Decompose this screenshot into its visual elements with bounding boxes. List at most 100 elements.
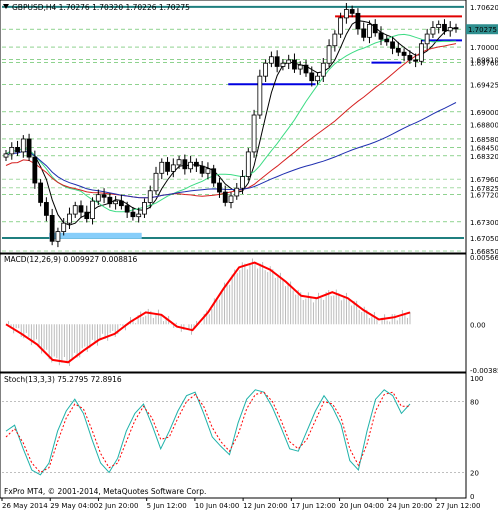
stoch-y-tick-label: 0 bbox=[470, 493, 474, 501]
candle-body bbox=[43, 202, 49, 216]
candle-body bbox=[413, 59, 419, 62]
stoch-y-tick-label: 80 bbox=[470, 399, 479, 407]
candle-body bbox=[84, 211, 90, 220]
macd-y-tick-label: 0.005669 bbox=[470, 254, 498, 262]
candle-body bbox=[378, 32, 384, 40]
candle-body bbox=[447, 27, 453, 32]
candle-body bbox=[343, 9, 349, 19]
candle-body bbox=[211, 168, 217, 184]
candle-body bbox=[118, 200, 124, 207]
candle-body bbox=[95, 194, 101, 202]
candle-body bbox=[217, 182, 222, 193]
candle-body bbox=[257, 75, 263, 116]
candle-body bbox=[292, 59, 297, 70]
candle-body bbox=[338, 17, 344, 35]
candle-body bbox=[130, 211, 136, 218]
stoch-y-axis: 100 80 20 0 bbox=[470, 375, 483, 501]
candle-body bbox=[9, 146, 15, 155]
candle-body bbox=[286, 59, 292, 64]
candle-body bbox=[367, 23, 372, 38]
candle-body bbox=[170, 164, 176, 172]
candle-body bbox=[401, 51, 407, 56]
candle-body bbox=[113, 200, 119, 205]
y-tick-label: 1.69425 bbox=[470, 81, 498, 89]
y-tick-label: 1.70620 bbox=[470, 4, 498, 12]
candle-body bbox=[430, 27, 436, 35]
candle-body bbox=[228, 195, 234, 203]
trading-chart: 1.706201.702751.700001.698101.697601.694… bbox=[0, 0, 498, 510]
candle-body bbox=[182, 159, 188, 170]
x-tick-label: 24 Jun 20:00 bbox=[388, 502, 432, 510]
candle-body bbox=[20, 138, 26, 153]
candle-body bbox=[107, 196, 113, 205]
candle-body bbox=[153, 172, 159, 192]
candle-body bbox=[205, 168, 211, 174]
stoch-panel bbox=[0, 372, 467, 499]
candle-body bbox=[349, 9, 355, 14]
candle-body bbox=[395, 47, 401, 53]
candle-body bbox=[38, 182, 44, 203]
stoch-y-tick-label: 20 bbox=[470, 469, 479, 477]
candle-body bbox=[372, 23, 378, 34]
candle-body bbox=[309, 72, 315, 82]
candle-body bbox=[3, 153, 9, 158]
candle-body bbox=[222, 191, 228, 203]
candle-body bbox=[332, 33, 338, 47]
macd-y-axis: 0.005669 0.00 -0.003853 bbox=[470, 254, 498, 375]
candle-body bbox=[124, 205, 130, 213]
candle-body bbox=[303, 64, 309, 74]
main-y-axis: 1.706201.702751.700001.698101.697601.694… bbox=[466, 4, 498, 256]
x-tick-label: 5 Jun 12:00 bbox=[147, 502, 187, 510]
y-tick-label: 1.70000 bbox=[470, 44, 498, 52]
stoch-title: Stoch(13,3,3) 75.2795 72.8916 bbox=[4, 375, 122, 384]
candle-body bbox=[176, 159, 182, 166]
candle-body bbox=[90, 200, 95, 220]
candle-body bbox=[280, 62, 286, 67]
candle-body bbox=[142, 202, 147, 215]
macd-y-tick-label: 0.00 bbox=[470, 321, 486, 329]
x-tick-label: 17 Jun 12:00 bbox=[291, 502, 335, 510]
candle-body bbox=[147, 190, 153, 203]
x-tick-label: 20 Jun 04:00 bbox=[340, 502, 384, 510]
candle-body bbox=[245, 151, 251, 177]
x-tick-label: 26 May 2014 bbox=[2, 502, 48, 510]
candle-body bbox=[78, 205, 84, 213]
support-zone-box bbox=[49, 232, 142, 239]
candle-body bbox=[26, 138, 32, 158]
y-tick-label: 1.67050 bbox=[470, 235, 498, 243]
candle-body bbox=[418, 43, 424, 62]
candle-body bbox=[67, 213, 72, 224]
y-tick-label: 1.68450 bbox=[470, 144, 498, 152]
candle-body bbox=[61, 222, 67, 232]
candle-body bbox=[234, 187, 240, 197]
candle-body bbox=[193, 161, 199, 167]
candle-body bbox=[315, 75, 320, 82]
candle-body bbox=[274, 56, 280, 67]
candle-body bbox=[159, 161, 165, 174]
y-tick-label: 1.68800 bbox=[470, 122, 498, 130]
candle-body bbox=[72, 205, 78, 215]
candle-body bbox=[15, 146, 20, 153]
candle-body bbox=[361, 28, 367, 38]
x-tick-label: 27 Jun 12:00 bbox=[436, 502, 480, 510]
candle-body bbox=[355, 12, 361, 30]
current-price-label: 1.70275 bbox=[468, 26, 497, 34]
candle-body bbox=[320, 62, 326, 77]
candle-body bbox=[436, 23, 442, 29]
macd-title: MACD(12,26,9) 0.009927 0.008816 bbox=[4, 255, 138, 264]
y-tick-label: 1.69760 bbox=[470, 60, 498, 68]
candle-body bbox=[297, 64, 303, 70]
y-tick-label: 1.68580 bbox=[470, 136, 498, 144]
macd-y-tick-label: -0.003853 bbox=[470, 367, 498, 375]
x-tick-label: 29 May 04:00 bbox=[50, 502, 98, 510]
candle-body bbox=[188, 161, 194, 170]
stoch-y-tick-label: 100 bbox=[470, 375, 483, 383]
main-title: GBPUSD,H4 1.70276 1.70320 1.70226 1.7027… bbox=[12, 3, 190, 12]
candle-body bbox=[32, 156, 38, 184]
candle-body bbox=[384, 38, 390, 43]
time-axis: 26 May 2014 29 May 04:00 2 Jun 20:00 5 Jun … bbox=[1, 498, 480, 510]
y-tick-label: 1.68320 bbox=[470, 153, 498, 161]
candle-body bbox=[165, 161, 170, 172]
candle-body bbox=[136, 213, 142, 218]
candle-body bbox=[101, 194, 107, 198]
